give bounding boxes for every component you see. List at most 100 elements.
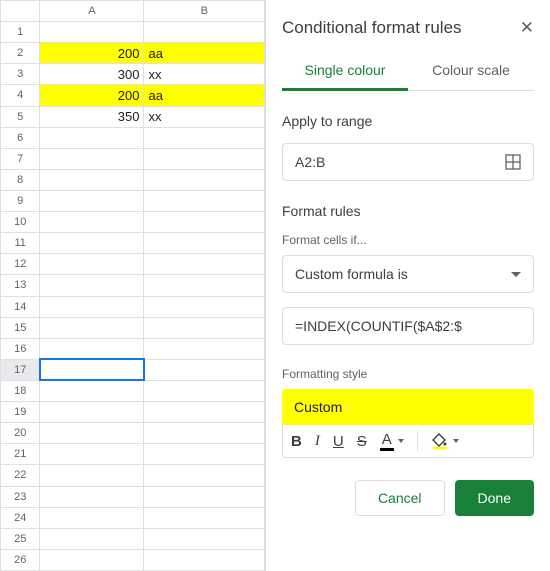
row-header[interactable]: 23 [1, 486, 40, 507]
cell[interactable] [144, 275, 265, 296]
cell[interactable] [144, 127, 265, 148]
row-header[interactable]: 8 [1, 169, 40, 190]
cell[interactable]: 200 [40, 43, 144, 64]
cell[interactable] [144, 444, 265, 465]
cell[interactable] [144, 190, 265, 211]
cell[interactable] [40, 486, 144, 507]
cell[interactable] [144, 423, 265, 444]
cell[interactable] [144, 212, 265, 233]
cell[interactable] [144, 402, 265, 423]
text-color-button[interactable]: A [380, 431, 404, 451]
cell[interactable] [144, 380, 265, 401]
cell[interactable] [40, 549, 144, 570]
italic-button[interactable]: I [315, 433, 320, 450]
row-header[interactable]: 11 [1, 233, 40, 254]
row-header[interactable]: 22 [1, 465, 40, 486]
cell[interactable] [144, 528, 265, 549]
formatting-style-label: Formatting style [282, 367, 534, 381]
cell[interactable] [40, 275, 144, 296]
bold-button[interactable]: B [291, 433, 302, 450]
row-header[interactable]: 4 [1, 85, 40, 106]
cell[interactable] [40, 402, 144, 423]
cell[interactable] [40, 507, 144, 528]
row-header[interactable]: 26 [1, 549, 40, 570]
cell[interactable] [144, 296, 265, 317]
cell[interactable]: aa [144, 85, 265, 106]
row-header[interactable]: 3 [1, 64, 40, 85]
row-header[interactable]: 6 [1, 127, 40, 148]
cell[interactable] [144, 317, 265, 338]
row-header[interactable]: 10 [1, 212, 40, 233]
cell[interactable] [40, 233, 144, 254]
grid-icon[interactable] [505, 154, 521, 170]
row-header[interactable]: 19 [1, 402, 40, 423]
cell[interactable]: aa [144, 43, 265, 64]
cell[interactable] [40, 254, 144, 275]
row-header[interactable]: 2 [1, 43, 40, 64]
row-header[interactable]: 5 [1, 106, 40, 127]
formula-input[interactable]: =INDEX(COUNTIF($A$2:$ [282, 307, 534, 345]
corner-cell[interactable] [1, 1, 40, 22]
cell[interactable]: xx [144, 64, 265, 85]
cell[interactable] [40, 127, 144, 148]
cell[interactable] [40, 338, 144, 359]
condition-select[interactable]: Custom formula is [282, 255, 534, 293]
col-header-A[interactable]: A [40, 1, 144, 22]
cell[interactable] [40, 148, 144, 169]
cell[interactable] [144, 254, 265, 275]
row-header[interactable]: 9 [1, 190, 40, 211]
cell[interactable] [40, 190, 144, 211]
fill-color-button[interactable] [431, 432, 459, 450]
cell-selected[interactable] [40, 359, 144, 380]
tab-single-colour[interactable]: Single colour [282, 62, 408, 91]
col-header-B[interactable]: B [144, 1, 265, 22]
panel-title: Conditional format rules [282, 18, 462, 38]
cell[interactable] [40, 465, 144, 486]
cell[interactable] [144, 359, 265, 380]
cell[interactable] [40, 22, 144, 43]
row-header[interactable]: 15 [1, 317, 40, 338]
cell[interactable] [144, 465, 265, 486]
cell[interactable] [40, 380, 144, 401]
cell[interactable] [144, 549, 265, 570]
cell[interactable] [40, 444, 144, 465]
cancel-button[interactable]: Cancel [355, 480, 445, 516]
close-icon[interactable]: ✕ [520, 18, 534, 38]
row-header[interactable]: 13 [1, 275, 40, 296]
cell[interactable] [40, 296, 144, 317]
cell[interactable] [144, 148, 265, 169]
row-header[interactable]: 1 [1, 22, 40, 43]
row-header[interactable]: 21 [1, 444, 40, 465]
spreadsheet-grid[interactable]: A B 1 2200aa 3300xx 4200aa 5350xx 6 7 8 … [0, 0, 265, 571]
row-header[interactable]: 20 [1, 423, 40, 444]
cell[interactable] [40, 528, 144, 549]
range-input[interactable]: A2:B [282, 143, 534, 181]
row-header[interactable]: 7 [1, 148, 40, 169]
cell[interactable] [144, 169, 265, 190]
cell[interactable]: 300 [40, 64, 144, 85]
cell[interactable] [40, 423, 144, 444]
row-header[interactable]: 14 [1, 296, 40, 317]
cell[interactable] [40, 169, 144, 190]
row-header[interactable]: 18 [1, 380, 40, 401]
underline-button[interactable]: U [333, 433, 344, 450]
row-header[interactable]: 17 [1, 359, 40, 380]
row-header[interactable]: 24 [1, 507, 40, 528]
cell[interactable]: 200 [40, 85, 144, 106]
row-header[interactable]: 12 [1, 254, 40, 275]
cell[interactable] [40, 317, 144, 338]
cell[interactable] [40, 212, 144, 233]
row-header[interactable]: 16 [1, 338, 40, 359]
style-preview[interactable]: Custom [282, 389, 534, 425]
strike-button[interactable]: S [357, 433, 367, 450]
tab-colour-scale[interactable]: Colour scale [408, 62, 534, 90]
done-button[interactable]: Done [455, 480, 534, 516]
cell[interactable] [144, 22, 265, 43]
cell[interactable] [144, 507, 265, 528]
cell[interactable] [144, 338, 265, 359]
cell[interactable]: 350 [40, 106, 144, 127]
cell[interactable] [144, 233, 265, 254]
cell[interactable] [144, 486, 265, 507]
row-header[interactable]: 25 [1, 528, 40, 549]
cell[interactable]: xx [144, 106, 265, 127]
